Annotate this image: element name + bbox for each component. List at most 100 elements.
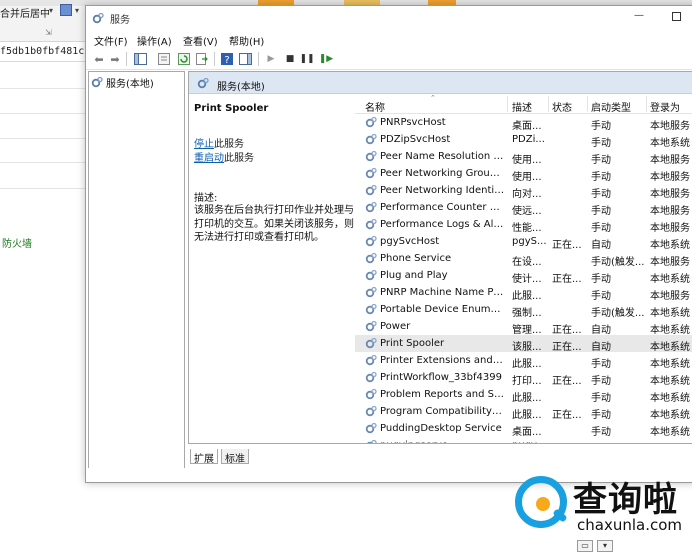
table-row[interactable]: Performance Counter DLL ... 使远... 手动 本地服务 xyxy=(355,199,692,217)
service-description-cell: 使用... xyxy=(512,172,542,183)
services-gear-icon xyxy=(92,12,104,24)
maximize-button[interactable] xyxy=(672,12,681,21)
column-divider[interactable] xyxy=(587,96,588,112)
service-logon-cell: 本地服务 xyxy=(650,206,690,217)
column-divider[interactable] xyxy=(548,96,549,112)
restart-service-icon[interactable]: ❚▶ xyxy=(319,52,333,66)
table-row[interactable]: PNRPsvcHost 桌面... 手动 本地服务 xyxy=(355,114,692,132)
watermark-text-en: chaxunla.com xyxy=(577,516,682,534)
scroll-button[interactable]: ▭ xyxy=(577,540,593,552)
watermark-logo-dot xyxy=(536,497,550,511)
merge-center-button[interactable]: 合并后居中 xyxy=(0,5,50,20)
table-row[interactable]: Phone Service 在设... 手动(触发... 本地服务 xyxy=(355,250,692,268)
start-service-icon[interactable]: ▶ xyxy=(264,52,278,66)
column-header-status[interactable]: 状态 xyxy=(552,99,572,114)
menu-action[interactable]: 操作(A) xyxy=(137,33,172,48)
table-row[interactable]: puqvingserve puqv... 正在...自动 本地系统 xyxy=(355,437,692,443)
services-gear-icon xyxy=(197,77,209,89)
toolbar-separator xyxy=(258,52,259,66)
table-row[interactable]: Print Spooler 该服... 正在... 自动 本地系统 xyxy=(355,335,692,353)
list-header: ⌃ 名称 描述 状态 启动类型 登录为 xyxy=(355,94,692,114)
menu-view[interactable]: 查看(V) xyxy=(183,33,218,48)
tree-item-services-local[interactable]: 服务(本地) xyxy=(91,74,154,90)
grid-line xyxy=(0,162,85,163)
service-status-cell: 正在... xyxy=(552,240,582,251)
service-description-cell: 桌面... xyxy=(512,121,542,132)
service-gear-icon xyxy=(365,269,377,281)
show-action-pane-icon[interactable] xyxy=(238,52,252,66)
column-divider[interactable] xyxy=(646,96,647,112)
tree-item-label: 服务(本地) xyxy=(106,78,154,90)
column-divider[interactable] xyxy=(507,96,508,112)
service-description-cell: 性能... xyxy=(512,223,542,234)
service-description-cell: pgyS... xyxy=(512,236,547,247)
service-name-cell: pgySvcHost xyxy=(380,236,440,247)
refresh-icon[interactable] xyxy=(177,52,191,66)
tab-extended[interactable]: 扩展 xyxy=(190,449,218,465)
content-header: 服务(本地) xyxy=(189,72,692,94)
restart-service-action: 重启动此服务 xyxy=(194,149,254,164)
show-hide-console-tree-icon[interactable] xyxy=(133,52,147,66)
table-row[interactable]: Portable Device Enumerat... 强制... 手动(触发...… xyxy=(355,301,692,319)
restart-service-link[interactable]: 重启动 xyxy=(194,153,224,164)
menu-bar: 文件(F) 操作(A) 查看(V) 帮助(H) xyxy=(86,30,692,48)
table-row[interactable]: Problem Reports and Solut... 此服... 手动 本地系统 xyxy=(355,386,692,404)
properties-icon[interactable] xyxy=(157,52,171,66)
export-list-icon[interactable] xyxy=(195,52,209,66)
table-row[interactable]: PNRP Machine Name Publ... 此服... 手动 本地服务 xyxy=(355,284,692,302)
help-icon[interactable]: ? xyxy=(220,52,234,66)
service-status-cell: 正在... xyxy=(552,410,582,421)
tab-standard[interactable]: 标准 xyxy=(221,449,249,465)
service-gear-icon xyxy=(367,439,377,443)
service-gear-icon xyxy=(365,371,377,383)
dialog-launcher-icon[interactable]: ⇲ xyxy=(45,28,52,37)
menu-help[interactable]: 帮助(H) xyxy=(229,33,264,48)
service-startup-cell: 手动 xyxy=(591,393,611,404)
pause-service-icon[interactable]: ❚❚ xyxy=(299,52,314,66)
service-startup-cell: 手动 xyxy=(591,376,611,387)
table-row[interactable]: PuddingDesktop Service 桌面... 手动 本地系统 xyxy=(355,420,692,438)
forward-arrow-icon[interactable]: ➡ xyxy=(108,52,122,66)
sort-indicator-icon: ⌃ xyxy=(430,94,436,102)
column-header-name[interactable]: 名称 xyxy=(365,99,385,114)
service-name-cell: Power xyxy=(380,321,411,332)
menu-file[interactable]: 文件(F) xyxy=(94,33,128,48)
column-header-description[interactable]: 描述 xyxy=(512,99,532,114)
service-gear-icon xyxy=(365,388,377,400)
description-label: 描述: xyxy=(194,193,218,204)
chevron-down-icon[interactable]: ▾ xyxy=(75,6,79,15)
table-row[interactable]: Peer Name Resolution Pro... 使用... 手动 本地服务 xyxy=(355,148,692,166)
table-row[interactable]: Peer Networking Grouping 使用... 手动 本地服务 xyxy=(355,165,692,183)
service-name-cell: PuddingDesktop Service xyxy=(380,423,502,434)
chevron-down-icon[interactable]: ▾ xyxy=(597,540,613,552)
table-row[interactable]: Program Compatibility Assi... 此服... 正在... 手… xyxy=(355,403,692,421)
service-startup-cell: 手动 xyxy=(591,189,611,200)
table-row[interactable]: PrintWorkflow_33bf4399 打印... 正在... 手动 本地系统 xyxy=(355,369,692,387)
column-header-startup-type[interactable]: 启动类型 xyxy=(591,99,631,114)
table-row[interactable]: Performance Logs & Alerts 性能... 手动 本地服务 xyxy=(355,216,692,234)
table-row[interactable]: Power 管理... 正在... 自动 本地系统 xyxy=(355,318,692,336)
toolbar-separator xyxy=(126,52,127,66)
minimize-button[interactable]: — xyxy=(632,10,646,24)
service-logon-cell: 本地服务 xyxy=(650,257,690,268)
table-row[interactable]: Peer Networking Identity ... 向对... 手动 本地服务 xyxy=(355,182,692,200)
format-icon[interactable] xyxy=(60,4,72,16)
service-description-cell: 该服... xyxy=(512,342,542,353)
table-row[interactable]: Printer Extensions and Noti... 此服... 手动 本地系… xyxy=(355,352,692,370)
stop-service-icon[interactable]: ■ xyxy=(283,52,297,66)
title-bar[interactable]: 服务 — xyxy=(86,6,692,30)
table-row[interactable]: pgySvcHost pgyS... 正在... 自动 本地系统 xyxy=(355,233,692,251)
service-name-cell: Problem Reports and Solut... xyxy=(380,389,505,400)
table-row[interactable]: Plug and Play 使计... 正在... 手动 本地系统 xyxy=(355,267,692,285)
services-window: 服务 — 文件(F) 操作(A) 查看(V) 帮助(H) ⬅ ➡ ? ▶ ■ ❚… xyxy=(85,5,692,483)
chevron-down-icon[interactable]: ▾ xyxy=(49,6,53,15)
service-startup-cell: 手动 xyxy=(591,274,611,285)
column-header-log-on-as[interactable]: 登录为 xyxy=(650,99,680,114)
service-startup-cell: 手动 xyxy=(591,359,611,370)
console-tree: 服务(本地) xyxy=(88,71,185,479)
service-description-cell: 向对... xyxy=(512,189,542,200)
table-row[interactable]: PDZipSvcHost PDZi... 手动 本地系统 xyxy=(355,131,692,149)
service-description-cell: 管理... xyxy=(512,325,542,336)
service-name-cell: PDZipSvcHost xyxy=(380,134,451,145)
back-arrow-icon[interactable]: ⬅ xyxy=(92,52,106,66)
